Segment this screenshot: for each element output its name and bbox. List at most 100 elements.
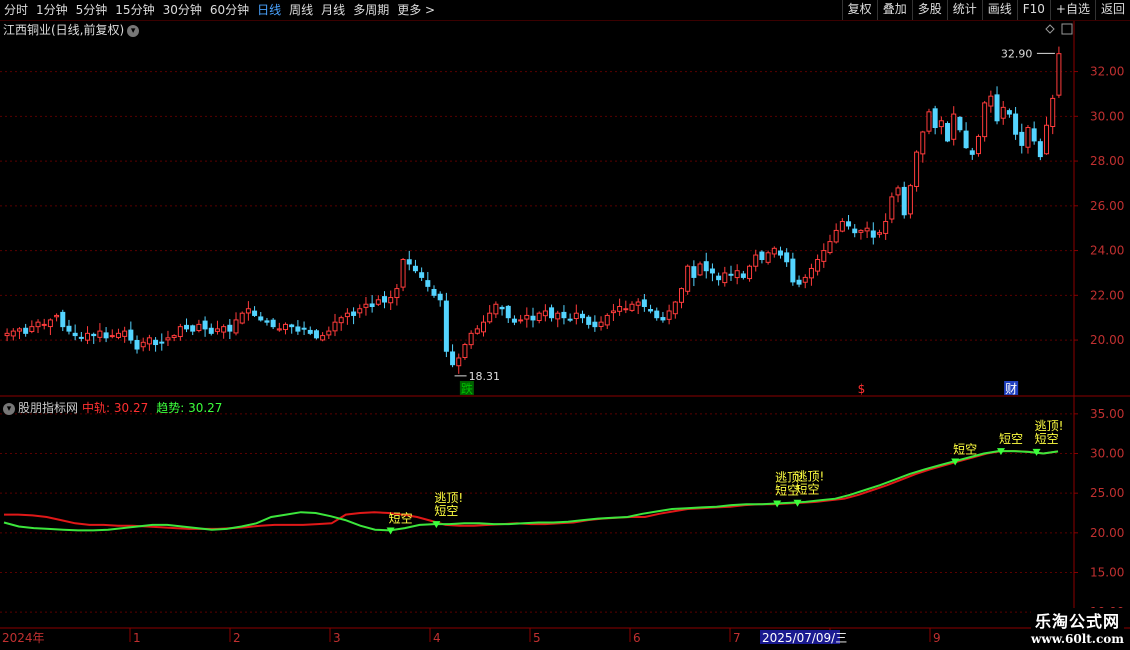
candle-body [184, 324, 190, 330]
candle-body [858, 229, 864, 233]
candle-body [419, 272, 425, 278]
kline-chart[interactable]: 32.00 30.00 28.00 26.00 24.00 22.00 20.00 35.00… [0, 0, 1130, 650]
candle-body [1037, 141, 1043, 158]
candle-body [808, 267, 814, 279]
candle-body [982, 102, 988, 138]
candle-body [870, 230, 876, 238]
chevron-down-icon[interactable]: ▾ [3, 402, 15, 415]
candle-body [592, 321, 598, 328]
candle-body [907, 185, 913, 215]
candle-body [567, 318, 573, 321]
candle-body [1044, 124, 1050, 155]
event-marker: 财 [1005, 382, 1017, 396]
chevron-down-icon[interactable]: ▾ [127, 24, 140, 37]
candle-body [140, 341, 146, 348]
candle-body [146, 337, 152, 345]
candle-body [709, 268, 715, 274]
candle-body [66, 325, 72, 332]
candle-body [895, 187, 901, 196]
candle-body [134, 339, 140, 350]
candle-body [777, 250, 783, 256]
candle-body [629, 303, 635, 311]
candle-body [802, 276, 808, 283]
signal-short: 短空 [999, 432, 1023, 446]
candle-body [821, 250, 827, 262]
candle-body [542, 310, 548, 317]
candle-body [654, 310, 660, 319]
candle-body [60, 311, 66, 328]
candle-body [78, 336, 84, 339]
candle-body [283, 323, 289, 331]
month-label: 2 [233, 631, 241, 645]
candle-body [901, 186, 907, 216]
candle-body [431, 288, 437, 296]
candle-body [963, 130, 969, 149]
candle-body [604, 314, 610, 326]
trend-value: 趋势: 30.27 [156, 401, 223, 415]
watermark-url: www.60lt.com [1031, 632, 1124, 646]
window-icon [1061, 23, 1073, 35]
price-tick-label: 30.00 [1090, 109, 1124, 123]
candle-body [549, 307, 555, 319]
candle-body [122, 330, 128, 337]
month-label: 7 [733, 631, 741, 645]
candle-body [957, 116, 963, 131]
candle-body [573, 312, 579, 320]
candle-body [1013, 113, 1019, 135]
candle-body [883, 220, 889, 234]
candle-body [951, 113, 957, 140]
candle-body [511, 318, 517, 323]
candle-body [363, 303, 369, 308]
candle-body [16, 328, 22, 332]
candle-body [437, 293, 443, 301]
candle-body [301, 327, 307, 330]
candle-body [716, 275, 722, 281]
candle-body [388, 297, 394, 304]
candle-body [678, 288, 684, 303]
watermark-title: 乐淘公式网 [1035, 612, 1121, 631]
candle-body [1019, 131, 1025, 146]
price-tick-label: 26.00 [1090, 199, 1124, 213]
candle-body [276, 328, 282, 331]
candle-body [338, 317, 344, 324]
candle-body [177, 326, 183, 338]
indicator-tick-label: 15.00 [1090, 565, 1124, 579]
chart-title: 江西铜业(日线,前复权) ▾ [3, 21, 140, 38]
candle-body [245, 308, 251, 314]
candle-body [47, 319, 53, 328]
mid-line [4, 450, 1059, 530]
candle-body [499, 306, 505, 310]
month-label: 9 [933, 631, 941, 645]
indicator-title: ▾ 股朋指标网 中轨: 30.27 趋势: 30.27 [3, 399, 222, 416]
trend-line [3, 450, 1059, 532]
candle-body [474, 328, 480, 334]
candle-body [691, 266, 697, 278]
candle-body [697, 263, 703, 276]
signal-top: 逃顶! [434, 491, 463, 505]
candle-body [740, 273, 746, 278]
cursor-date: 2025/07/09/三 [762, 631, 847, 645]
candle-body [586, 316, 592, 325]
candle-body [827, 241, 833, 254]
candle-body [307, 329, 313, 334]
candle-body [29, 326, 35, 332]
candle-body [344, 312, 350, 318]
candle-body [313, 330, 319, 339]
candle-body [994, 94, 1000, 122]
candle-body [759, 251, 765, 261]
candle-body [1050, 97, 1056, 127]
candle-body [239, 312, 245, 324]
indicator-tick-label: 30.00 [1090, 447, 1124, 461]
candle-body [876, 232, 882, 235]
candle-body [382, 296, 388, 303]
candle-body [72, 332, 78, 337]
candle-body [208, 327, 214, 334]
candle-body [524, 314, 530, 320]
candle-body [945, 123, 951, 142]
candle-body [771, 247, 777, 255]
candle-body [648, 309, 654, 312]
candle-body [1031, 128, 1037, 142]
candle-body [406, 259, 412, 265]
candle-body [41, 323, 47, 326]
candle-body [932, 108, 938, 128]
